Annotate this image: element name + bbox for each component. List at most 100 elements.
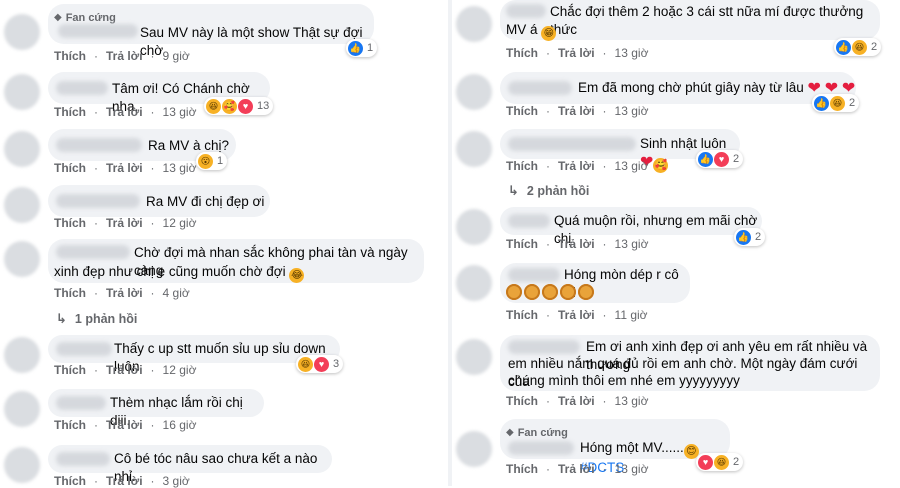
author-name[interactable] bbox=[508, 340, 580, 354]
like-button[interactable]: Thích bbox=[506, 46, 538, 60]
avatar[interactable] bbox=[456, 131, 492, 167]
author-name[interactable] bbox=[58, 24, 138, 38]
care-reaction-icon: 🥰 bbox=[222, 98, 237, 114]
like-button[interactable]: Thích bbox=[506, 462, 538, 476]
like-button[interactable]: Thích bbox=[54, 363, 86, 377]
comment-actions: Thích · Trả lời · 13 giờ bbox=[506, 159, 649, 173]
timestamp[interactable]: 13 giờ bbox=[163, 105, 197, 119]
like-button[interactable]: Thích bbox=[54, 161, 86, 175]
timestamp[interactable]: 13 giờ bbox=[163, 161, 197, 175]
timestamp[interactable]: 12 giờ bbox=[163, 216, 197, 230]
rofl-emoji-icon: 😂 bbox=[289, 268, 305, 283]
avatar[interactable] bbox=[456, 339, 492, 375]
reply-button[interactable]: Trả lời bbox=[106, 161, 143, 175]
haha-reaction-icon: 😆 bbox=[852, 39, 867, 55]
reply-button[interactable]: Trả lời bbox=[558, 104, 595, 118]
badge-icon: ◆ bbox=[506, 427, 514, 438]
reply-button[interactable]: Trả lời bbox=[558, 159, 595, 173]
timestamp[interactable]: 13 giờ bbox=[615, 462, 649, 476]
like-button[interactable]: Thích bbox=[506, 104, 538, 118]
reply-button[interactable]: Trả lời bbox=[106, 418, 143, 432]
reaction-count[interactable]: ♥ 😆 2 bbox=[696, 453, 744, 471]
like-button[interactable]: Thích bbox=[54, 286, 86, 300]
reaction-count[interactable]: 😮 1 bbox=[196, 152, 228, 170]
biscuit-emoji-icon bbox=[542, 284, 558, 300]
avatar[interactable] bbox=[4, 447, 40, 483]
avatar[interactable] bbox=[456, 6, 492, 42]
reaction-count[interactable]: 👍 ♥ 2 bbox=[696, 150, 744, 168]
reaction-count[interactable]: 😆 ♥ 3 bbox=[296, 355, 344, 373]
view-replies-link[interactable]: ↳ 2 phản hồi bbox=[508, 183, 589, 199]
like-reaction-icon: 👍 bbox=[836, 39, 851, 55]
like-button[interactable]: Thích bbox=[54, 105, 86, 119]
author-name[interactable] bbox=[508, 81, 572, 95]
timestamp[interactable]: 13 giờ bbox=[615, 46, 649, 60]
like-button[interactable]: Thích bbox=[54, 49, 86, 63]
timestamp[interactable]: 12 giờ bbox=[163, 363, 197, 377]
comments-column-right: Chắc đợi thêm 2 hoặc 3 cái stt nữa mí đư… bbox=[452, 0, 900, 486]
avatar[interactable] bbox=[456, 74, 492, 110]
reaction-count[interactable]: 😆 🥰 ♥ 13 bbox=[204, 97, 274, 115]
biscuit-emoji-icon bbox=[524, 284, 540, 300]
avatar[interactable] bbox=[4, 241, 40, 277]
author-name[interactable] bbox=[56, 194, 140, 208]
avatar[interactable] bbox=[456, 209, 492, 245]
author-name[interactable] bbox=[56, 245, 130, 259]
author-name[interactable] bbox=[508, 214, 550, 228]
author-name[interactable] bbox=[56, 396, 106, 410]
reply-button[interactable]: Trả lời bbox=[558, 308, 595, 322]
like-button[interactable]: Thích bbox=[506, 237, 538, 251]
comment-text: Ra MV đi chị đẹp ơi bbox=[146, 194, 265, 209]
reaction-count[interactable]: 👍 1 bbox=[346, 39, 378, 57]
avatar[interactable] bbox=[456, 431, 492, 467]
timestamp[interactable]: 13 giờ bbox=[615, 237, 649, 251]
author-name[interactable] bbox=[506, 4, 546, 18]
reply-button[interactable]: Trả lời bbox=[558, 394, 595, 408]
timestamp[interactable]: 13 giờ bbox=[615, 104, 649, 118]
reply-button[interactable]: Trả lời bbox=[558, 462, 595, 476]
author-name[interactable] bbox=[56, 342, 112, 356]
comment-actions: Thích · Trả lời · 9 giờ bbox=[54, 49, 190, 63]
avatar[interactable] bbox=[4, 391, 40, 427]
reply-button[interactable]: Trả lời bbox=[558, 237, 595, 251]
grin-emoji-icon: 😁 bbox=[541, 26, 557, 41]
haha-reaction-icon: 😆 bbox=[830, 95, 845, 111]
view-replies-link[interactable]: ↳ 1 phản hồi bbox=[56, 311, 137, 327]
reply-button[interactable]: Trả lời bbox=[106, 216, 143, 230]
timestamp[interactable]: 4 giờ bbox=[163, 286, 190, 300]
timestamp[interactable]: 9 giờ bbox=[163, 49, 190, 63]
reply-button[interactable]: Trả lời bbox=[106, 105, 143, 119]
author-name[interactable] bbox=[56, 452, 110, 466]
avatar[interactable] bbox=[4, 131, 40, 167]
reply-button[interactable]: Trả lời bbox=[106, 49, 143, 63]
timestamp[interactable]: 16 giờ bbox=[163, 418, 197, 432]
timestamp[interactable]: 13 giờ bbox=[615, 394, 649, 408]
comment-bubble: Quá muộn rồi, nhưng em mãi chờ chị bbox=[500, 207, 762, 246]
like-button[interactable]: Thích bbox=[506, 394, 538, 408]
author-name[interactable] bbox=[508, 441, 574, 455]
avatar[interactable] bbox=[4, 14, 40, 50]
biscuit-emoji-icon bbox=[506, 284, 522, 300]
avatar[interactable] bbox=[4, 187, 40, 223]
author-name[interactable] bbox=[508, 268, 560, 282]
reply-button[interactable]: Trả lời bbox=[106, 363, 143, 377]
like-button[interactable]: Thích bbox=[54, 418, 86, 432]
reply-button[interactable]: Trả lời bbox=[558, 46, 595, 60]
timestamp[interactable]: 13 giờ bbox=[615, 159, 649, 173]
like-button[interactable]: Thích bbox=[54, 216, 86, 230]
reply-button[interactable]: Trả lời bbox=[106, 286, 143, 300]
reaction-count[interactable]: 👍 2 bbox=[734, 228, 766, 246]
reaction-count[interactable]: 👍 😆 2 bbox=[812, 94, 860, 112]
author-name[interactable] bbox=[56, 138, 142, 152]
timestamp[interactable]: 11 giờ bbox=[615, 308, 648, 322]
avatar[interactable] bbox=[4, 74, 40, 110]
reaction-count[interactable]: 👍 😆 2 bbox=[834, 38, 882, 56]
avatar[interactable] bbox=[4, 337, 40, 373]
comment-actions: Thích · Trả lời · 13 giờ bbox=[506, 46, 649, 60]
author-name[interactable] bbox=[56, 81, 108, 95]
comment-actions: Thích · Trả lời · 13 giờ bbox=[506, 462, 649, 476]
author-name[interactable] bbox=[508, 137, 636, 151]
like-button[interactable]: Thích bbox=[506, 159, 538, 173]
avatar[interactable] bbox=[456, 265, 492, 301]
like-button[interactable]: Thích bbox=[506, 308, 538, 322]
